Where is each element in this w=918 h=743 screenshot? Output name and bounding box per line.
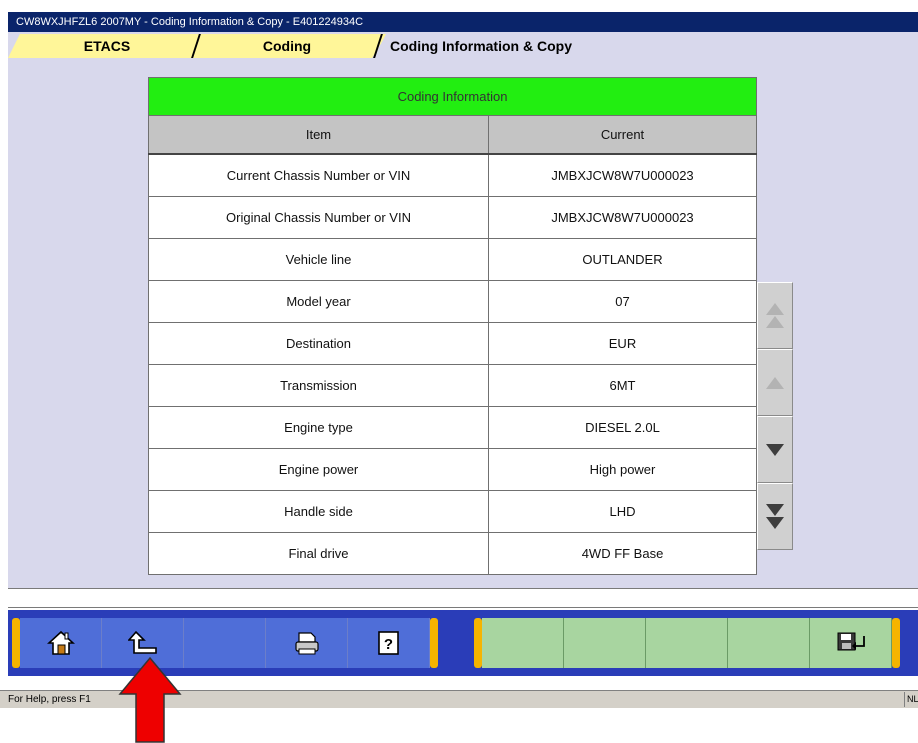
window-title-bar: CW8WXJHFZL6 2007MY - Coding Information … [8,12,918,32]
line-down-button[interactable] [757,416,793,483]
print-button[interactable] [266,618,348,668]
back-arrow-icon [127,630,157,654]
cell-current: 6MT [488,364,757,407]
tab-coding-information-copy[interactable]: Coding Information & Copy [372,34,672,58]
application-window: CW8WXJHFZL6 2007MY - Coding Information … [0,0,918,743]
function-button-4[interactable] [728,618,810,668]
cell-current: 07 [488,280,757,323]
cell-item: Model year [148,280,489,323]
save-exit-icon [837,632,865,651]
double-up-arrow-icon [766,316,784,328]
tab-etacs-label: ETACS [83,38,131,54]
cell-current: JMBXJCW8W7U000023 [488,196,757,239]
tab-bar: ETACS Coding Coding Information & Copy [8,32,918,60]
home-icon [46,630,75,655]
main-panel: Coding Information Item Current Current … [8,60,918,588]
table-row[interactable]: Engine power High power [148,448,757,491]
tab-coding[interactable]: Coding [188,34,386,58]
svg-text:?: ? [383,636,392,653]
cell-item: Vehicle line [148,238,489,281]
tab-etacs[interactable]: ETACS [8,34,206,58]
status-indicator: NL [904,692,918,707]
column-header-item: Item [148,115,489,155]
cell-item: Engine type [148,406,489,449]
help-button[interactable]: ? [348,618,430,668]
page-up-button[interactable] [757,282,793,349]
tab-coding-information-copy-label: Coding Information & Copy [390,38,572,54]
save-exit-button[interactable] [810,618,892,668]
cell-item: Engine power [148,448,489,491]
table-row[interactable]: Original Chassis Number or VIN JMBXJCW8W… [148,196,757,239]
message-field [8,588,918,608]
cell-item: Original Chassis Number or VIN [148,196,489,239]
window-title: CW8WXJHFZL6 2007MY - Coding Information … [16,16,364,28]
cell-current: EUR [488,322,757,365]
table-row[interactable]: Transmission 6MT [148,364,757,407]
table-title: Coding Information [148,77,757,116]
tab-coding-label: Coding [262,38,312,54]
cell-item: Handle side [148,490,489,533]
toolbar-cap [892,618,900,668]
table-row[interactable]: Current Chassis Number or VIN JMBXJCW8W7… [148,153,757,197]
status-help-text: For Help, press F1 [8,694,91,705]
function-button-1[interactable] [482,618,564,668]
toolbar-right-group [474,618,900,668]
function-button-2[interactable] [564,618,646,668]
table-row[interactable]: Final drive 4WD FF Base [148,532,757,575]
double-down-arrow-icon [766,504,784,516]
cell-current: DIESEL 2.0L [488,406,757,449]
cell-item: Final drive [148,532,489,575]
column-header-current: Current [488,115,757,155]
line-up-button[interactable] [757,349,793,416]
table-row[interactable]: Model year 07 [148,280,757,323]
toolbar-left-group: ? [12,618,438,668]
cell-item: Destination [148,322,489,365]
table-row[interactable]: Vehicle line OUTLANDER [148,238,757,281]
double-down-arrow-icon [766,517,784,529]
table-row[interactable]: Destination EUR [148,322,757,365]
page-down-button[interactable] [757,483,793,550]
cell-current: LHD [488,490,757,533]
cell-current: 4WD FF Base [488,532,757,575]
scroll-controls [757,282,793,550]
toolbar-cap [12,618,20,668]
toolbar-cap [474,618,482,668]
blank-toolbar-button[interactable] [184,618,266,668]
printer-icon [294,632,319,655]
coding-information-table: Coding Information Item Current Current … [148,77,757,575]
function-button-3[interactable] [646,618,728,668]
table-row[interactable]: Handle side LHD [148,490,757,533]
cell-current: High power [488,448,757,491]
cell-current: OUTLANDER [488,238,757,281]
cell-item: Transmission [148,364,489,407]
table-row[interactable]: Engine type DIESEL 2.0L [148,406,757,449]
double-up-arrow-icon [766,303,784,315]
cell-current: JMBXJCW8W7U000023 [488,153,757,197]
down-arrow-icon [766,443,784,456]
toolbar-cap [430,618,438,668]
red-annotation-arrow [118,656,182,743]
help-icon: ? [377,631,399,655]
cell-item: Current Chassis Number or VIN [148,153,489,197]
home-button[interactable] [20,618,102,668]
up-arrow-icon [766,376,784,389]
